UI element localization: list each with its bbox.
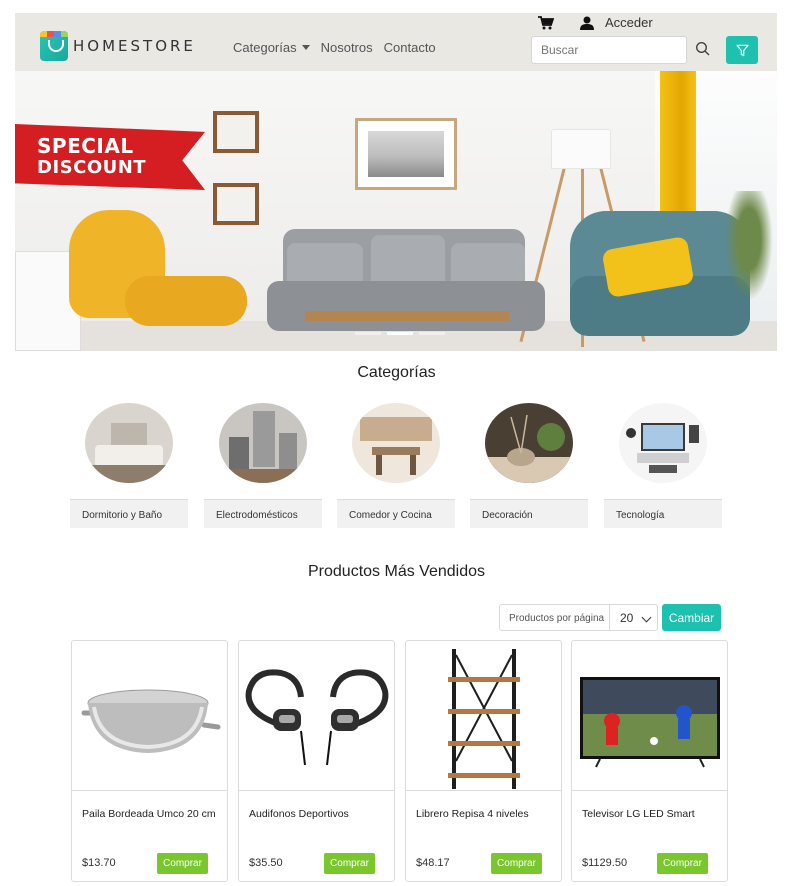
category-label: Dormitorio y Baño bbox=[70, 499, 188, 528]
filter-icon bbox=[735, 44, 749, 56]
buy-button[interactable]: Comprar bbox=[657, 853, 708, 874]
per-page-label: Productos por página bbox=[499, 604, 610, 631]
product-name[interactable]: Librero Repisa 4 niveles bbox=[416, 808, 529, 820]
product-card[interactable]: Audifonos Deportivos $35.50 Comprar bbox=[238, 640, 395, 882]
login-link[interactable]: Acceder bbox=[605, 15, 653, 30]
search-icon[interactable] bbox=[695, 41, 711, 57]
product-price: $35.50 bbox=[249, 857, 283, 869]
chevron-down-icon bbox=[641, 612, 652, 623]
special-discount-ribbon: SPECIAL DISCOUNT bbox=[15, 124, 205, 190]
plant bbox=[721, 191, 777, 311]
carousel-indicators bbox=[355, 332, 445, 335]
buy-button[interactable]: Comprar bbox=[157, 853, 208, 874]
carousel-dot[interactable] bbox=[355, 332, 381, 335]
product-image[interactable] bbox=[406, 641, 561, 791]
earphones-image bbox=[245, 669, 389, 766]
category-card-comedor[interactable]: Comedor y Cocina bbox=[337, 403, 455, 529]
nav-about-link[interactable]: Nosotros bbox=[321, 40, 373, 55]
best-sellers-title: Productos Más Vendidos bbox=[308, 563, 485, 580]
categories-title: Categorías bbox=[357, 364, 436, 381]
product-image[interactable] bbox=[239, 641, 394, 791]
cart-icon[interactable] bbox=[538, 15, 554, 30]
caret-down-icon bbox=[301, 45, 310, 50]
picture-art bbox=[368, 131, 444, 177]
tv-image bbox=[580, 677, 720, 768]
carousel-dot-active[interactable] bbox=[387, 332, 413, 335]
dining-image bbox=[352, 403, 440, 483]
product-price: $1129.50 bbox=[582, 857, 628, 869]
decor-image bbox=[485, 403, 573, 483]
nav-categories-dropdown[interactable]: Categorías bbox=[233, 40, 310, 55]
category-label: Electrodomésticos bbox=[204, 499, 322, 528]
brand-name: HOMESTORE bbox=[73, 37, 196, 55]
category-image bbox=[85, 403, 173, 483]
product-name[interactable]: Paila Bordeada Umco 20 cm bbox=[82, 808, 216, 820]
pan-image bbox=[81, 689, 221, 753]
nav-categories-label: Categorías bbox=[233, 40, 297, 55]
product-image[interactable] bbox=[72, 641, 227, 791]
bookshelf-image bbox=[448, 649, 520, 789]
per-page-value: 20 bbox=[620, 611, 634, 625]
product-image[interactable] bbox=[572, 641, 727, 791]
category-label: Comedor y Cocina bbox=[337, 499, 455, 528]
search-input[interactable] bbox=[531, 36, 687, 64]
category-image bbox=[352, 403, 440, 483]
product-card[interactable]: Televisor LG LED Smart $1129.50 Comprar bbox=[571, 640, 728, 882]
product-card[interactable]: Paila Bordeada Umco 20 cm $13.70 Comprar bbox=[71, 640, 228, 882]
category-image bbox=[485, 403, 573, 483]
brand-logo[interactable]: HOMESTORE bbox=[40, 31, 196, 61]
category-card-dormitorio[interactable]: Dormitorio y Baño bbox=[70, 403, 188, 529]
nav-contact-link[interactable]: Contacto bbox=[384, 40, 436, 55]
product-name[interactable]: Audifonos Deportivos bbox=[249, 808, 349, 820]
category-image bbox=[219, 403, 307, 483]
buy-button[interactable]: Comprar bbox=[324, 853, 375, 874]
product-price: $13.70 bbox=[82, 857, 116, 869]
product-name[interactable]: Televisor LG LED Smart bbox=[582, 808, 695, 820]
hero-banner[interactable]: SPECIAL DISCOUNT bbox=[15, 71, 777, 351]
per-page-select[interactable]: 20 bbox=[609, 604, 658, 631]
buy-button[interactable]: Comprar bbox=[491, 853, 542, 874]
category-card-decoracion[interactable]: Decoración bbox=[470, 403, 588, 529]
appliances-image bbox=[219, 403, 307, 483]
yellow-armchair-seat bbox=[125, 276, 247, 326]
wall-picture bbox=[355, 118, 457, 190]
floor-lamp bbox=[551, 129, 611, 169]
wall-shelf bbox=[213, 111, 259, 153]
carousel-dot[interactable] bbox=[419, 332, 445, 335]
navbar: HOMESTORE Categorías Nosotros Contacto A… bbox=[15, 13, 777, 71]
wall-shelf bbox=[213, 183, 259, 225]
top-actions: Acceder bbox=[538, 15, 653, 30]
product-card[interactable]: Librero Repisa 4 niveles $48.17 Comprar bbox=[405, 640, 562, 882]
bedroom-image bbox=[85, 403, 173, 483]
tech-image bbox=[619, 403, 707, 483]
shopping-bag-icon bbox=[40, 31, 68, 61]
ribbon-line1: SPECIAL bbox=[37, 134, 134, 158]
user-icon[interactable] bbox=[580, 16, 594, 30]
category-card-tecnologia[interactable]: Tecnología bbox=[604, 403, 722, 529]
sofa-base bbox=[267, 281, 545, 331]
category-label: Tecnología bbox=[604, 499, 722, 528]
filter-button[interactable] bbox=[726, 36, 758, 64]
category-image bbox=[619, 403, 707, 483]
coffee-table bbox=[305, 311, 509, 321]
category-label: Decoración bbox=[470, 499, 588, 528]
category-card-electrodomesticos[interactable]: Electrodomésticos bbox=[204, 403, 322, 529]
ribbon-line2: DISCOUNT bbox=[37, 157, 147, 178]
nav-links: Categorías Nosotros Contacto bbox=[233, 40, 436, 55]
change-per-page-button[interactable]: Cambiar bbox=[662, 604, 721, 631]
product-price: $48.17 bbox=[416, 857, 450, 869]
